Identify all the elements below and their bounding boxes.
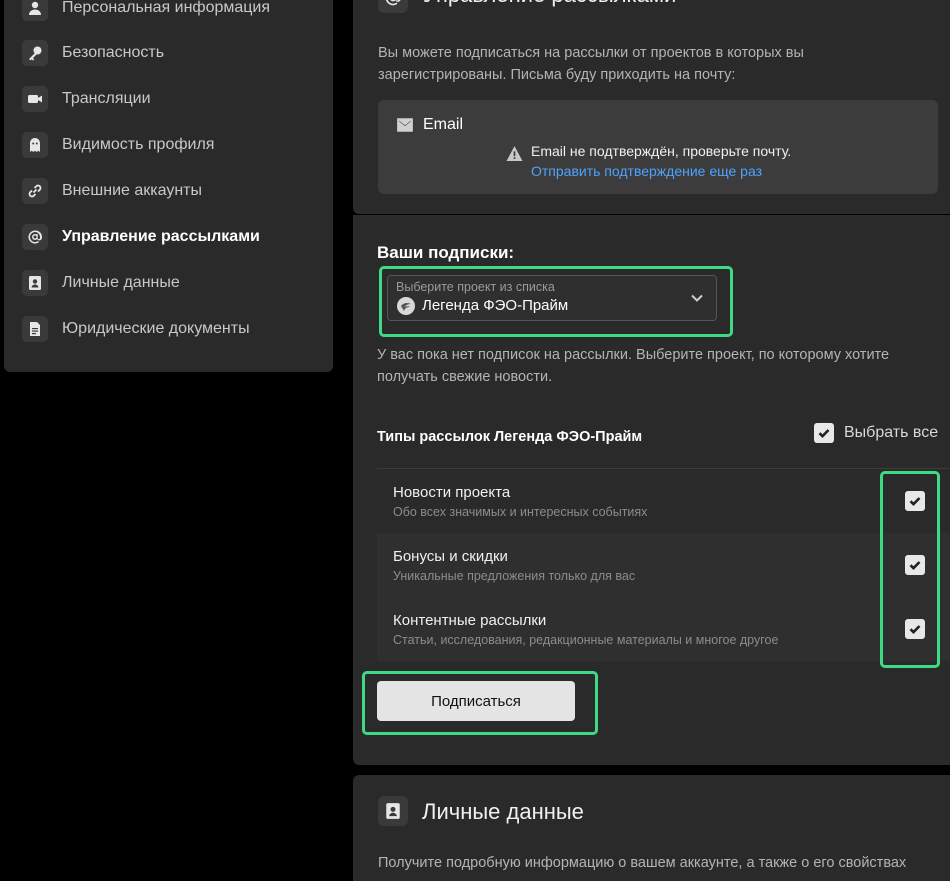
contact-card-icon bbox=[22, 270, 48, 296]
email-warning: Email не подтверждён, проверьте почту. bbox=[531, 143, 792, 159]
email-box: Email Email не подтверждён, проверьте по… bbox=[378, 100, 938, 194]
mailing-type-row: Контентные рассылки Статьи, исследования… bbox=[377, 597, 950, 661]
empty-subscriptions-text: У вас пока нет подписок на рассылки. Выб… bbox=[377, 347, 890, 385]
sidebar-item-personal-info[interactable]: Персональная информация bbox=[22, 0, 270, 23]
key-icon bbox=[22, 40, 48, 66]
link-icon bbox=[22, 178, 48, 204]
mailing-title: Управление рассылками bbox=[423, 0, 676, 8]
mailing-type-name: Бонусы и скидки bbox=[393, 548, 508, 565]
user-icon bbox=[22, 0, 48, 21]
chevron-down-icon bbox=[690, 291, 704, 305]
check-icon bbox=[909, 561, 921, 571]
sidebar-item-security[interactable]: Безопасность bbox=[22, 38, 164, 68]
sidebar-item-personal-data[interactable]: Личные данные bbox=[22, 268, 180, 298]
at-icon bbox=[22, 224, 48, 250]
sidebar-item-label: Личные данные bbox=[62, 274, 180, 291]
subscriptions-card: Ваши подписки: Выберите проект из списка… bbox=[353, 215, 950, 765]
mailing-type-checkbox[interactable] bbox=[905, 555, 925, 575]
sidebar-item-mailing[interactable]: Управление рассылками bbox=[22, 222, 260, 252]
ghost-icon bbox=[22, 132, 48, 158]
subscribe-button-highlight: Подписаться bbox=[362, 671, 598, 735]
select-all[interactable]: Выбрать все bbox=[814, 422, 938, 444]
personal-data-title: Личные данные bbox=[422, 799, 584, 824]
mail-icon bbox=[396, 116, 414, 134]
sidebar-item-external-accounts[interactable]: Внешние аккаунты bbox=[22, 176, 202, 206]
sidebar-item-broadcasts[interactable]: Трансляции bbox=[22, 84, 151, 114]
sidebar-item-label: Персональная информация bbox=[62, 0, 271, 16]
personal-data-card: Личные данные Получите подробную информа… bbox=[353, 775, 950, 881]
warning-icon bbox=[506, 145, 524, 163]
mailing-type-name: Новости проекта bbox=[393, 484, 511, 501]
sidebar-item-label: Управление рассылками bbox=[62, 228, 260, 245]
mailing-description: Вы можете подписаться на рассылки от про… bbox=[378, 45, 804, 83]
mailing-type-row: Бонусы и скидки Уникальные предложения т… bbox=[377, 533, 950, 597]
resend-confirmation-link[interactable]: Отправить подтверждение еще раз bbox=[531, 163, 762, 179]
mailing-type-description: Обо всех значимых и интересных событиях bbox=[393, 505, 648, 519]
sidebar-item-label: Юридические документы bbox=[62, 320, 250, 337]
mailing-type-name: Контентные рассылки bbox=[393, 612, 547, 629]
mailing-types-title: Типы рассылок Легенда ФЭО-Прайм bbox=[377, 429, 643, 445]
project-select[interactable]: Выберите проект из списка Легенда ФЭО-Пр… bbox=[387, 275, 717, 321]
sidebar-item-profile-visibility[interactable]: Видимость профиля bbox=[22, 130, 214, 160]
check-icon bbox=[818, 429, 830, 439]
sidebar-item-label: Безопасность bbox=[62, 44, 165, 61]
mailing-type-row: Новости проекта Обо всех значимых и инте… bbox=[377, 469, 950, 533]
check-icon bbox=[909, 497, 921, 507]
sidebar: Персональная информация Безопасность Тра… bbox=[4, 0, 333, 372]
document-icon bbox=[22, 316, 48, 342]
at-icon bbox=[378, 0, 408, 13]
subscriptions-title: Ваши подписки: bbox=[377, 243, 515, 262]
mailing-card: Управление рассылками Вы можете подписат… bbox=[353, 0, 950, 214]
mailing-type-description: Уникальные предложения только для вас bbox=[393, 569, 636, 583]
select-placeholder: Выберите проект из списка bbox=[396, 280, 555, 294]
mailing-type-checkbox[interactable] bbox=[905, 491, 925, 511]
camera-icon bbox=[22, 86, 48, 112]
select-all-checkbox[interactable] bbox=[814, 423, 834, 443]
personal-data-description: Получите подробную информацию о вашем ак… bbox=[378, 855, 907, 871]
mailing-type-description: Статьи, исследования, редакционные матер… bbox=[393, 633, 779, 647]
select-all-label: Выбрать все bbox=[844, 424, 939, 441]
project-logo-icon bbox=[397, 297, 415, 315]
sidebar-item-label: Трансляции bbox=[62, 90, 151, 107]
subscribe-button[interactable]: Подписаться bbox=[377, 681, 575, 721]
check-icon bbox=[909, 625, 921, 635]
sidebar-item-label: Видимость профиля bbox=[62, 136, 215, 153]
email-label: Email bbox=[423, 116, 464, 133]
contact-card-icon bbox=[378, 796, 408, 826]
select-value: Легенда ФЭО-Прайм bbox=[422, 297, 569, 314]
project-select-highlight: Выберите проект из списка Легенда ФЭО-Пр… bbox=[379, 266, 733, 337]
sidebar-item-label: Внешние аккаунты bbox=[62, 182, 202, 199]
mailing-type-checkbox[interactable] bbox=[905, 619, 925, 639]
sidebar-item-legal-documents[interactable]: Юридические документы bbox=[22, 314, 250, 344]
